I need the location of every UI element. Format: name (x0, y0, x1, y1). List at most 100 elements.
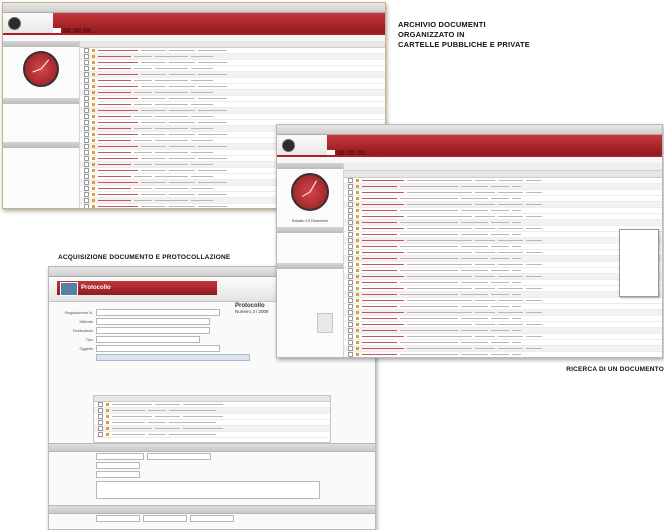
row-checkbox[interactable] (98, 402, 103, 407)
text-input[interactable] (96, 327, 210, 334)
tab[interactable] (83, 28, 91, 33)
row-checkbox[interactable] (348, 244, 353, 249)
text-input[interactable] (96, 462, 140, 469)
row-checkbox[interactable] (348, 262, 353, 267)
row-checkbox[interactable] (348, 178, 353, 183)
text-input[interactable] (96, 453, 144, 460)
tab[interactable] (347, 150, 355, 155)
text-input[interactable] (190, 515, 234, 522)
row-checkbox[interactable] (84, 72, 89, 77)
row-checkbox[interactable] (348, 220, 353, 225)
row-checkbox[interactable] (84, 90, 89, 95)
row-checkbox[interactable] (84, 126, 89, 131)
row-checkbox[interactable] (84, 54, 89, 59)
row-checkbox[interactable] (348, 328, 353, 333)
document-icon (106, 427, 109, 430)
row-checkbox[interactable] (348, 256, 353, 261)
table-row[interactable] (94, 432, 330, 438)
row-checkbox[interactable] (348, 214, 353, 219)
row-checkbox[interactable] (348, 334, 353, 339)
text-input[interactable] (96, 515, 140, 522)
table-row[interactable] (344, 352, 662, 357)
row-checkbox[interactable] (348, 316, 353, 321)
row-checkbox[interactable] (98, 432, 103, 437)
row-checkbox[interactable] (348, 286, 353, 291)
row-checkbox[interactable] (84, 48, 89, 53)
row-checkbox[interactable] (348, 340, 353, 345)
row-checkbox[interactable] (84, 120, 89, 125)
row-checkbox[interactable] (348, 250, 353, 255)
row-checkbox[interactable] (348, 322, 353, 327)
row-checkbox[interactable] (84, 96, 89, 101)
row-checkbox[interactable] (348, 298, 353, 303)
document-icon (92, 145, 95, 148)
tab-active[interactable] (327, 150, 335, 155)
row-checkbox[interactable] (348, 274, 353, 279)
text-input[interactable] (96, 336, 200, 343)
document-icon (356, 197, 359, 200)
document-icon (356, 233, 359, 236)
row-checkbox[interactable] (84, 132, 89, 137)
row-checkbox[interactable] (84, 156, 89, 161)
row-checkbox[interactable] (84, 168, 89, 173)
clock-icon (23, 51, 59, 87)
row-checkbox[interactable] (348, 238, 353, 243)
row-checkbox[interactable] (348, 292, 353, 297)
row-checkbox[interactable] (348, 184, 353, 189)
row-checkbox[interactable] (84, 150, 89, 155)
row-checkbox[interactable] (348, 208, 353, 213)
row-checkbox[interactable] (348, 202, 353, 207)
tab[interactable] (357, 150, 365, 155)
document-icon (356, 179, 359, 182)
tab[interactable] (337, 150, 345, 155)
row-checkbox[interactable] (84, 66, 89, 71)
row-checkbox[interactable] (84, 108, 89, 113)
row-checkbox[interactable] (348, 268, 353, 273)
row-checkbox[interactable] (84, 186, 89, 191)
row-checkbox[interactable] (84, 78, 89, 83)
context-menu[interactable] (619, 229, 659, 297)
row-checkbox[interactable] (84, 144, 89, 149)
row-checkbox[interactable] (98, 414, 103, 419)
row-checkbox[interactable] (348, 190, 353, 195)
row-checkbox[interactable] (348, 232, 353, 237)
main-tabs (53, 28, 91, 33)
text-input[interactable] (147, 453, 211, 460)
field-label: Registrazione N. (64, 310, 93, 315)
row-checkbox[interactable] (84, 192, 89, 197)
row-checkbox[interactable] (348, 226, 353, 231)
text-input[interactable] (96, 354, 250, 361)
row-checkbox[interactable] (84, 198, 89, 203)
tab[interactable] (73, 28, 81, 33)
row-checkbox[interactable] (84, 204, 89, 208)
row-checkbox[interactable] (84, 162, 89, 167)
row-checkbox[interactable] (348, 346, 353, 351)
row-checkbox[interactable] (98, 426, 103, 431)
row-checkbox[interactable] (84, 174, 89, 179)
row-checkbox[interactable] (84, 114, 89, 119)
row-checkbox[interactable] (98, 420, 103, 425)
document-icon (356, 353, 359, 356)
tab-active[interactable] (53, 28, 61, 33)
row-checkbox[interactable] (84, 180, 89, 185)
row-checkbox[interactable] (348, 196, 353, 201)
text-input[interactable] (96, 309, 220, 316)
text-input[interactable] (96, 471, 140, 478)
text-input[interactable] (143, 515, 187, 522)
row-checkbox[interactable] (84, 102, 89, 107)
list-header (80, 41, 385, 48)
row-checkbox[interactable] (84, 138, 89, 143)
text-input[interactable] (96, 318, 210, 325)
row-checkbox[interactable] (348, 304, 353, 309)
document-icon (92, 49, 95, 52)
row-checkbox[interactable] (84, 60, 89, 65)
row-checkbox[interactable] (348, 310, 353, 315)
text-input[interactable] (96, 345, 220, 352)
document-icon (356, 317, 359, 320)
notes-field[interactable] (96, 481, 320, 499)
row-checkbox[interactable] (84, 84, 89, 89)
row-checkbox[interactable] (348, 352, 353, 357)
tab[interactable] (63, 28, 71, 33)
row-checkbox[interactable] (348, 280, 353, 285)
row-checkbox[interactable] (98, 408, 103, 413)
